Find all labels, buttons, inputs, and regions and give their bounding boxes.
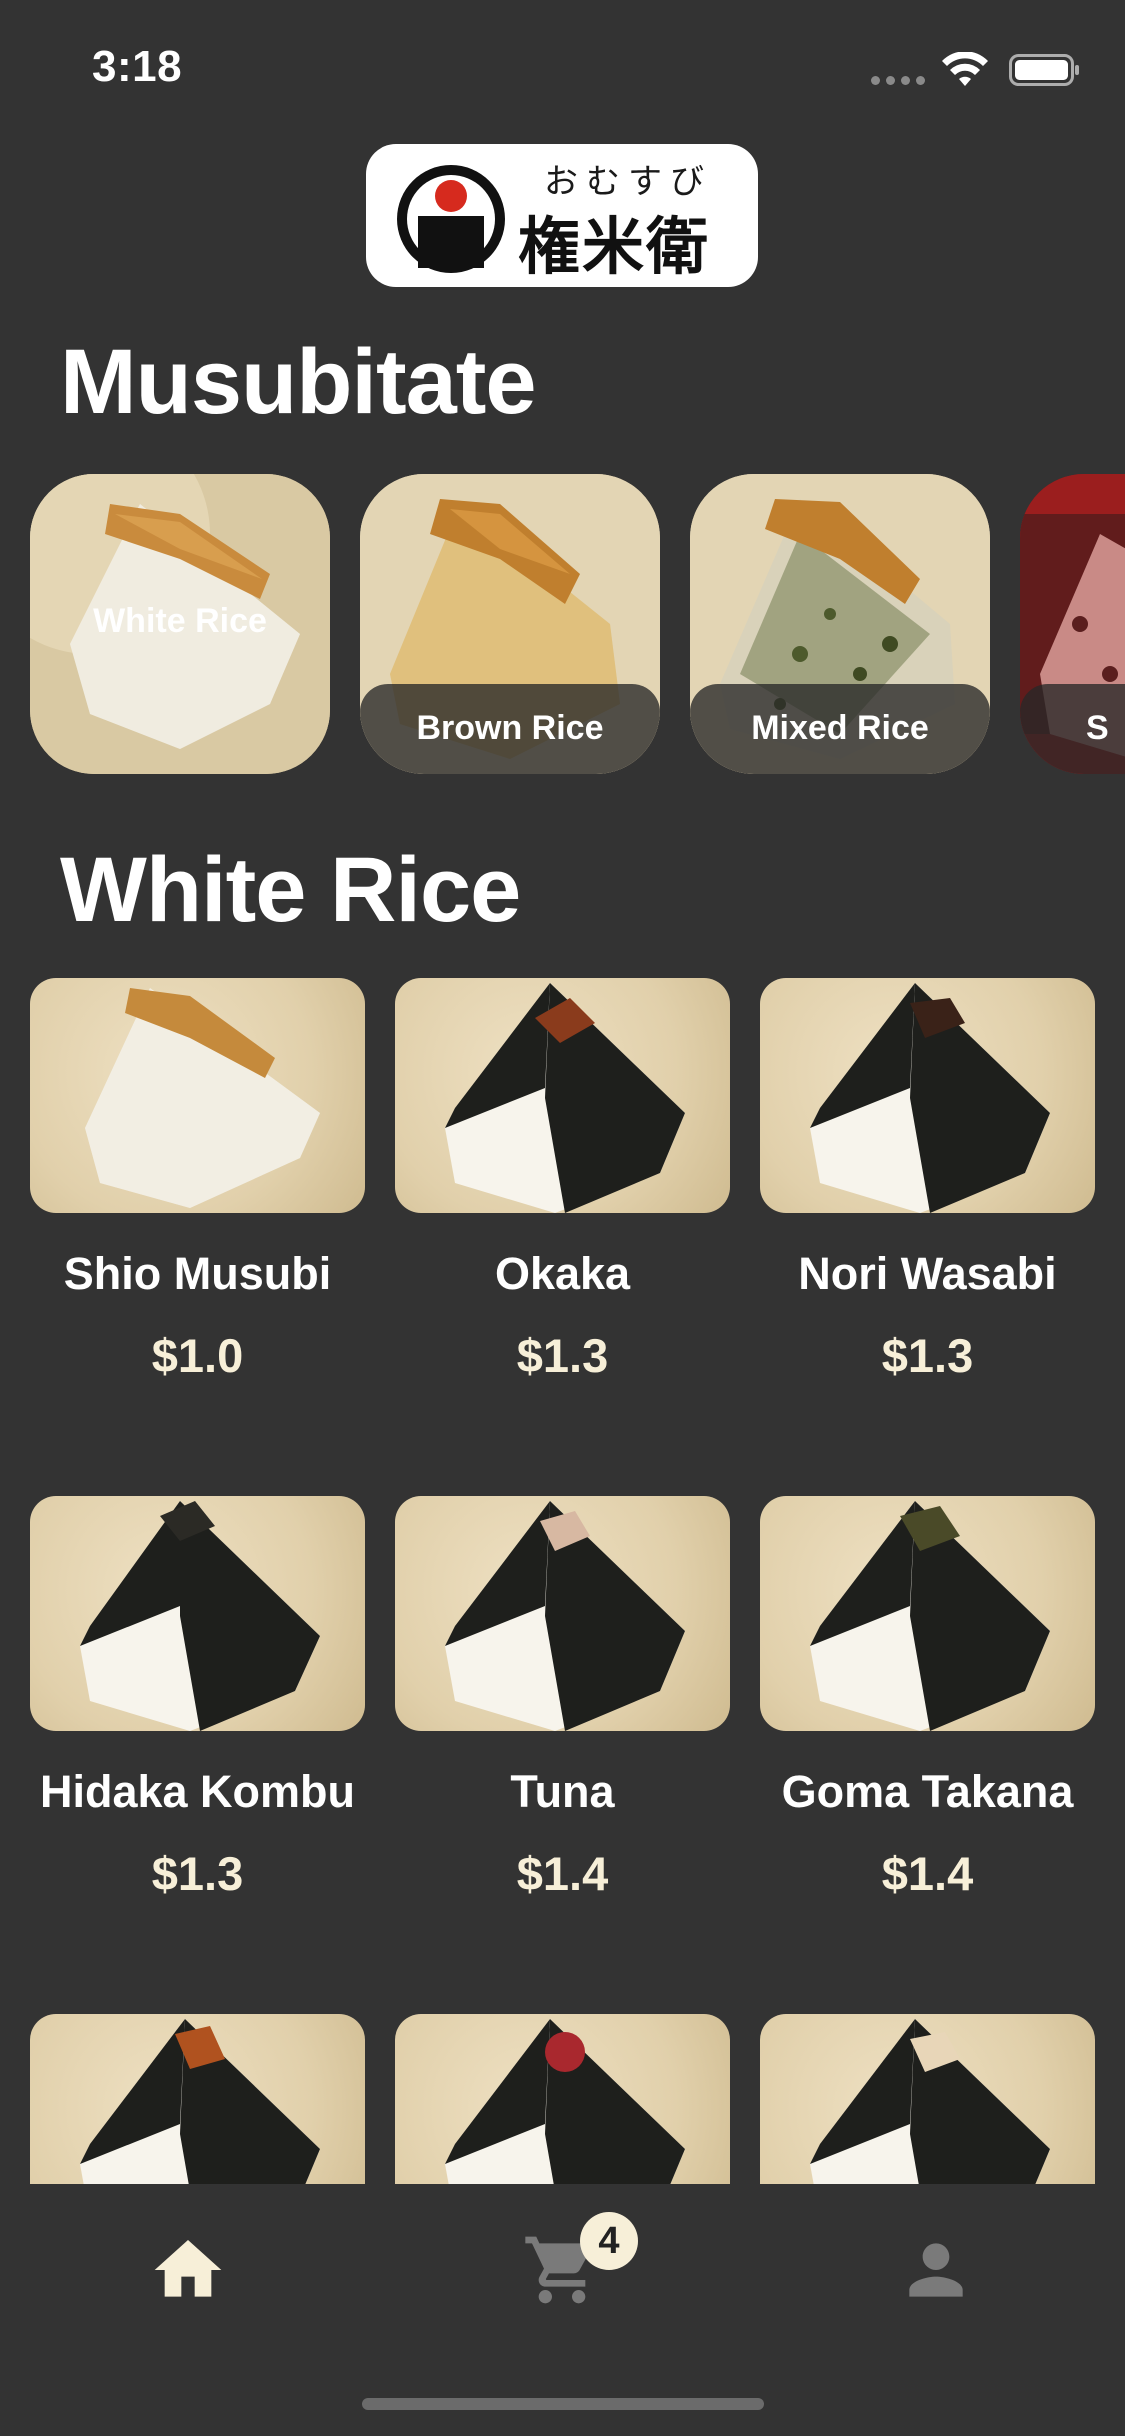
home-indicator xyxy=(362,2398,764,2410)
product-name: Nori Wasabi xyxy=(798,1248,1057,1299)
wifi-icon xyxy=(942,52,988,86)
product-card-shio-musubi[interactable]: Shio Musubi $1.0 xyxy=(30,978,365,1383)
product-card-row3-1[interactable] xyxy=(30,2014,365,2184)
cart-count-badge: 4 xyxy=(580,2212,638,2270)
tab-cart[interactable]: 4 xyxy=(502,2210,638,2330)
category-carousel[interactable]: White Rice Brown Rice Mixed Rice S xyxy=(0,474,1125,774)
product-photo xyxy=(760,1496,1095,1731)
product-photo xyxy=(395,1496,730,1731)
ume-onigiri-icon xyxy=(445,2019,685,2184)
battery-icon xyxy=(1009,54,1079,86)
product-name: Hidaka Kombu xyxy=(39,1766,356,1817)
category-label: S xyxy=(1086,709,1109,747)
product-name: Shio Musubi xyxy=(63,1248,332,1299)
category-card-mixed-rice[interactable]: Mixed Rice xyxy=(690,474,990,774)
product-price: $1.3 xyxy=(516,1329,609,1382)
product-price: $1.4 xyxy=(881,1847,974,1900)
product-card-row3-2[interactable] xyxy=(395,2014,730,2184)
category-card-white-rice[interactable]: White Rice xyxy=(30,474,330,774)
product-price: $1.3 xyxy=(151,1847,244,1900)
product-name: Okaka xyxy=(494,1248,631,1299)
tuna-onigiri-icon xyxy=(445,1501,685,1731)
category-label: Mixed Rice xyxy=(751,709,929,747)
profile-icon xyxy=(909,2243,963,2297)
category-card-partial[interactable]: S xyxy=(1020,474,1125,774)
product-card-nori-wasabi[interactable]: Nori Wasabi $1.3 xyxy=(760,978,1095,1383)
product-photo xyxy=(395,2014,730,2184)
home-icon xyxy=(154,2240,222,2297)
product-price: $1.4 xyxy=(516,1847,609,1900)
goma-takana-onigiri-icon xyxy=(810,1501,1050,1731)
product-card-goma-takana[interactable]: Goma Takana $1.4 xyxy=(760,1496,1095,1901)
onigiri-icon xyxy=(810,2019,1050,2184)
product-price: $1.0 xyxy=(151,1329,244,1382)
category-card-brown-rice[interactable]: Brown Rice xyxy=(360,474,660,774)
product-card-row3-3[interactable] xyxy=(760,2014,1095,2184)
product-photo xyxy=(30,2014,365,2184)
featured-section-title: Musubitate xyxy=(60,331,537,433)
product-card-hidaka-kombu[interactable]: Hidaka Kombu $1.3 xyxy=(30,1496,365,1901)
cellular-signal-icon xyxy=(871,76,925,85)
product-photo xyxy=(760,2014,1095,2184)
product-photo xyxy=(30,1496,365,1731)
product-name: Goma Takana xyxy=(781,1766,1074,1817)
onigiri-logo-icon xyxy=(397,165,505,273)
brand-logo: おむすび 権米衛 xyxy=(366,144,758,287)
product-grid: Shio Musubi $1.0 Okaka $1.3 Nori Wasabi … xyxy=(0,978,1125,2184)
product-card-okaka[interactable]: Okaka $1.3 xyxy=(395,978,730,1383)
status-time: 3:18 xyxy=(92,42,183,91)
onigiri-icon xyxy=(80,2019,320,2184)
shio-musubi-onigiri-icon xyxy=(85,988,320,1208)
okaka-onigiri-icon xyxy=(445,983,685,1213)
category-label: Brown Rice xyxy=(416,709,604,747)
product-photo xyxy=(30,978,365,1213)
logo-kanji-text: 権米衛 xyxy=(518,210,711,283)
hidaka-kombu-onigiri-icon xyxy=(80,1501,320,1731)
product-card-tuna[interactable]: Tuna $1.4 xyxy=(395,1496,730,1901)
product-name: Tuna xyxy=(510,1766,615,1817)
nori-wasabi-onigiri-icon xyxy=(810,983,1050,1213)
tab-home[interactable] xyxy=(128,2210,248,2330)
product-photo xyxy=(395,978,730,1213)
category-label: White Rice xyxy=(93,602,267,640)
product-photo xyxy=(760,978,1095,1213)
grid-section-title: White Rice xyxy=(60,839,521,941)
tab-profile[interactable] xyxy=(876,2210,996,2330)
status-indicators xyxy=(871,50,1081,90)
product-price: $1.3 xyxy=(881,1329,974,1382)
status-bar: 3:18 xyxy=(0,0,1125,132)
